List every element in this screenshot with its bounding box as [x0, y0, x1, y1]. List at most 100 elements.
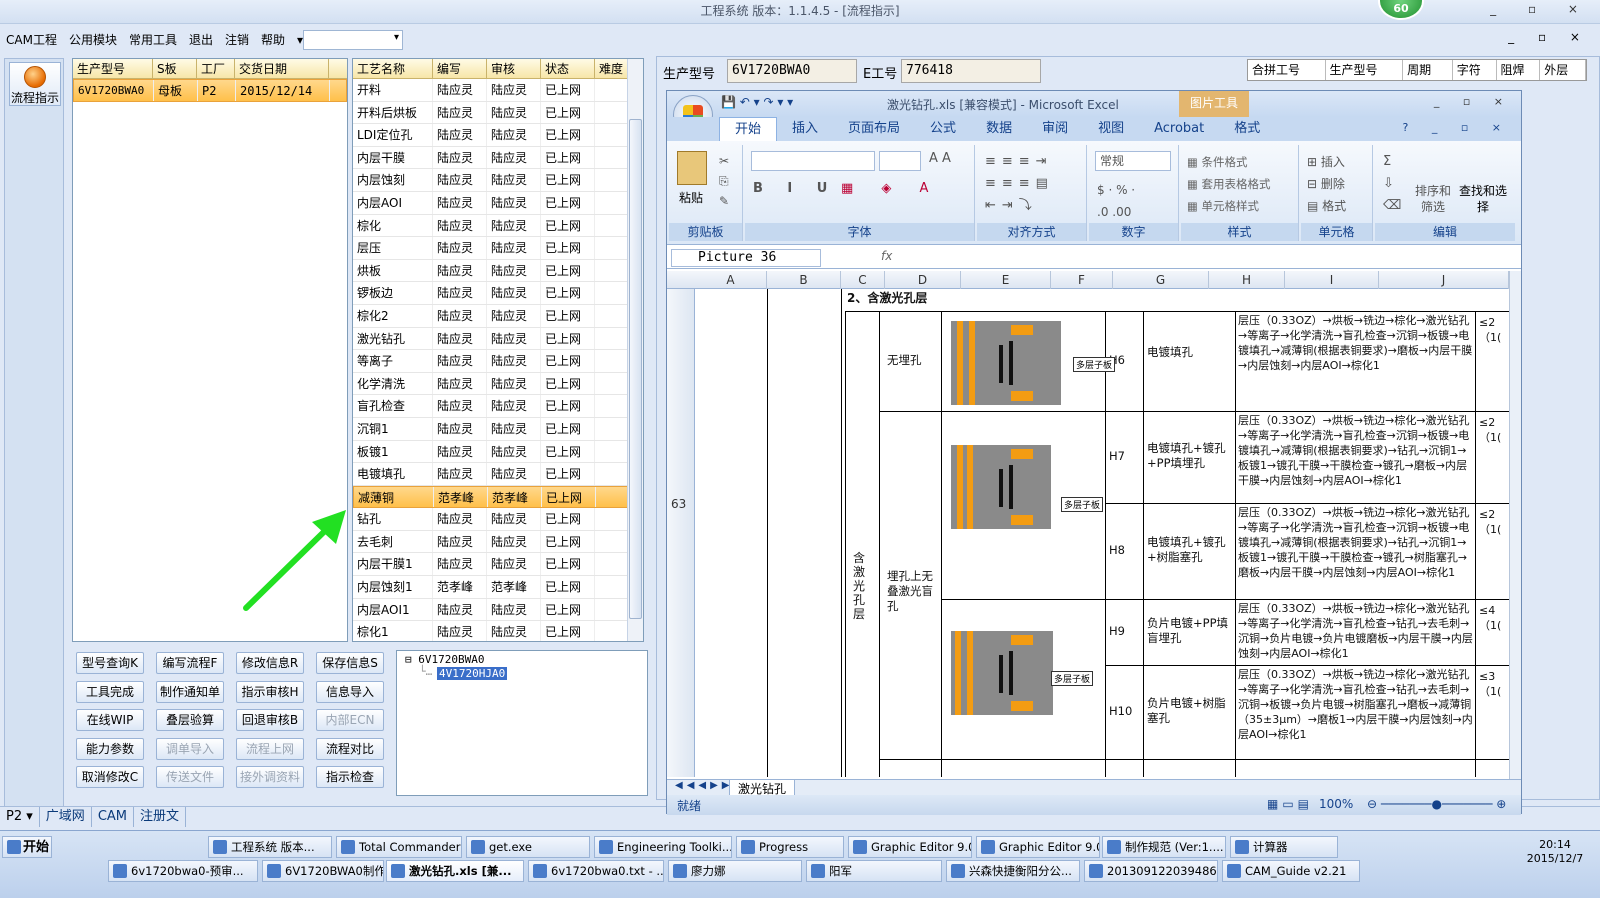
action-button[interactable]: 在线WIP	[76, 709, 144, 731]
taskbar-item[interactable]: 制作规范 (Ver:1....	[1102, 836, 1226, 858]
table-row[interactable]: 等离子 陆应灵 陆应灵 已上网	[353, 350, 643, 373]
row-number[interactable]: 63	[671, 497, 686, 511]
bold-italic-underline-icons[interactable]: B I U	[753, 181, 837, 196]
action-button[interactable]: 调单导入	[156, 737, 224, 760]
column-header[interactable]: B	[767, 271, 841, 289]
mdi-controls[interactable]: _ ▫ ×	[1508, 30, 1590, 44]
fx-icon[interactable]: fx	[881, 249, 892, 263]
name-box[interactable]: Picture 36	[671, 249, 821, 267]
menu-common-tools[interactable]: 常用工具	[123, 26, 183, 54]
start-button[interactable]: 开始	[2, 836, 52, 858]
taskbar-item[interactable]: Total Commander ...	[336, 836, 462, 858]
zoom-level[interactable]: 100%	[1319, 797, 1353, 811]
action-button[interactable]: 信息导入	[316, 680, 384, 703]
view-icons[interactable]: ▦▭▤	[1267, 797, 1313, 811]
quick-access-toolbar[interactable]: 💾 ↶ ▾ ↷ ▾ ▾	[721, 95, 793, 109]
action-button[interactable]: 修改信息R	[236, 652, 304, 674]
action-button[interactable]: 流程上网	[236, 737, 304, 760]
menu-public-module[interactable]: 公用模块	[63, 26, 123, 54]
pcb-diagram-image[interactable]	[951, 445, 1051, 529]
column-header[interactable]: J	[1379, 271, 1509, 289]
taskbar-item[interactable]: 6v1720bwa0.txt - ...	[528, 860, 664, 882]
table-row[interactable]: 棕化 陆应灵 陆应灵 已上网	[353, 214, 643, 238]
tab-review[interactable]: 审阅	[1027, 117, 1083, 141]
column-header[interactable]: H	[1209, 271, 1285, 289]
action-button[interactable]: 叠层验算	[156, 709, 224, 731]
col-model[interactable]: 生产型号	[1326, 60, 1404, 80]
table-row[interactable]: 内层AOI1 陆应灵 陆应灵 已上网	[353, 598, 643, 622]
zoom-slider[interactable]: ⊖ ───────●─────── ⊕	[1367, 797, 1506, 811]
table-row[interactable]: 内层干膜1 陆应灵 陆应灵 已上网	[353, 553, 643, 577]
excel-window-controls[interactable]: _ ▫ ×	[1434, 95, 1513, 108]
tab-formulas[interactable]: 公式	[915, 117, 971, 141]
table-row[interactable]: 激光钻孔 陆应灵 陆应灵 已上网	[353, 327, 643, 351]
cells-commands[interactable]: ⊞ 插入 ⊟ 删除 ▤ 格式	[1307, 151, 1346, 217]
action-button[interactable]: 指示检查	[316, 766, 384, 788]
window-controls[interactable]: _ ▫ ×	[1490, 2, 1592, 16]
col-merge-no[interactable]: 合拼工号	[1248, 60, 1326, 80]
col-char[interactable]: 字符	[1453, 60, 1497, 80]
action-button[interactable]: 能力参数	[76, 737, 144, 760]
font-grow-icon[interactable]: A A	[929, 151, 951, 166]
table-row[interactable]: 6V1720BWA0 母板 P2 2015/12/14	[73, 79, 347, 102]
col-process-name[interactable]: 工艺名称	[353, 59, 433, 78]
worksheet[interactable]: 2、含激光孔层 含激光孔层 无埋孔 埋孔上无叠激光盲孔 H6 电镀填孔 层压（0.3…	[695, 289, 1509, 777]
taskbar-item[interactable]: 阳军	[806, 860, 942, 882]
table-row[interactable]: 锣板边 陆应灵 陆应灵 已上网	[353, 282, 643, 305]
col-status[interactable]: 状态	[541, 59, 595, 78]
table-row[interactable]: 盲孔检查 陆应灵 陆应灵 已上网	[353, 395, 643, 418]
col-difficulty[interactable]: 难度	[595, 59, 629, 78]
tab-view[interactable]: 视图	[1083, 117, 1139, 141]
find-select-button[interactable]: 查找和选择	[1459, 183, 1507, 215]
table-row[interactable]: 烘板 陆应灵 陆应灵 已上网	[353, 259, 643, 283]
col-cycle[interactable]: 周期	[1403, 60, 1453, 80]
alignment-icons[interactable]: ≡≡≡⇥ ≡≡≡▤ ⇤⇥⤵	[985, 151, 1054, 217]
taskbar-item[interactable]: Graphic Editor 9.0...	[848, 836, 972, 858]
col-reviewer[interactable]: 审核	[487, 59, 541, 78]
taskbar-item[interactable]: get.exe	[466, 836, 590, 858]
column-header[interactable]: E	[961, 271, 1051, 289]
sum-fill-clear-icons[interactable]: Σ ⇩ ⌫	[1383, 151, 1401, 217]
menu-combobox[interactable]: ▾	[303, 30, 403, 50]
menu-help[interactable]: 帮助	[255, 26, 291, 54]
tab-wan[interactable]: 广域网	[40, 807, 92, 827]
tab-cam[interactable]: CAM	[92, 807, 134, 827]
table-row[interactable]: 开料 陆应灵 陆应灵 已上网	[353, 79, 643, 102]
col-outer[interactable]: 外层	[1540, 60, 1586, 80]
tab-p2[interactable]: P2 ▾	[0, 807, 40, 827]
action-button[interactable]: 流程对比	[316, 737, 384, 760]
taskbar-item[interactable]: CAM_Guide v2.21	[1222, 860, 1360, 882]
table-row[interactable]: 内层干膜 陆应灵 陆应灵 已上网	[353, 146, 643, 170]
column-header[interactable]: D	[885, 271, 961, 289]
column-header[interactable]: G	[1113, 271, 1209, 289]
table-row[interactable]: 内层蚀刻1 范孝峰 范孝峰 已上网	[353, 576, 643, 599]
process-grid-scrollbar[interactable]	[627, 59, 643, 641]
taskbar-item[interactable]: 6v1720bwa0-预审...	[108, 860, 258, 882]
taskbar-item[interactable]: 兴森快捷衡阳分公...	[946, 860, 1080, 882]
action-button[interactable]: 制作通知单	[156, 680, 224, 703]
table-row[interactable]: 减薄铜 范孝峰 范孝峰 已上网	[353, 485, 643, 509]
tab-register[interactable]: 注册文	[134, 807, 187, 827]
clipboard-icons[interactable]: ✂ ⎘ ✎	[719, 151, 729, 211]
taskbar-item[interactable]: Engineering Toolki...	[594, 836, 732, 858]
scrollbar-thumb[interactable]	[629, 119, 642, 619]
number-format-icons[interactable]: $ · % · .0 .00	[1097, 179, 1135, 223]
taskbar-item[interactable]: 6V1720BWA0制作单...	[262, 860, 384, 882]
model-field[interactable]: 6V1720BWA0	[727, 59, 857, 83]
action-button[interactable]: 接外调资料	[236, 766, 304, 788]
table-row[interactable]: 去毛刺 陆应灵 陆应灵 已上网	[353, 530, 643, 554]
taskbar-item[interactable]: 工程系统 版本...	[208, 836, 332, 858]
clock[interactable]: 20:14 2015/12/7	[1510, 838, 1600, 866]
taskbar-item[interactable]: 2013091220394868...	[1084, 860, 1218, 882]
tab-format[interactable]: 格式	[1219, 117, 1275, 141]
col-solder[interactable]: 阻焊	[1497, 60, 1541, 80]
action-button[interactable]: 编写流程F	[156, 652, 224, 674]
fill-color-icons[interactable]: ▦ ◈ A	[841, 181, 940, 196]
tab-home[interactable]: 开始	[719, 117, 778, 141]
tree-child[interactable]: 4V1720HJA0	[437, 667, 508, 680]
column-header[interactable]: I	[1285, 271, 1379, 289]
flow-indicator-button[interactable]: 流程指示	[9, 62, 61, 106]
number-format-box[interactable]: 常规	[1095, 151, 1171, 171]
column-header[interactable]: F	[1051, 271, 1113, 289]
pcb-diagram-image[interactable]	[951, 321, 1061, 405]
